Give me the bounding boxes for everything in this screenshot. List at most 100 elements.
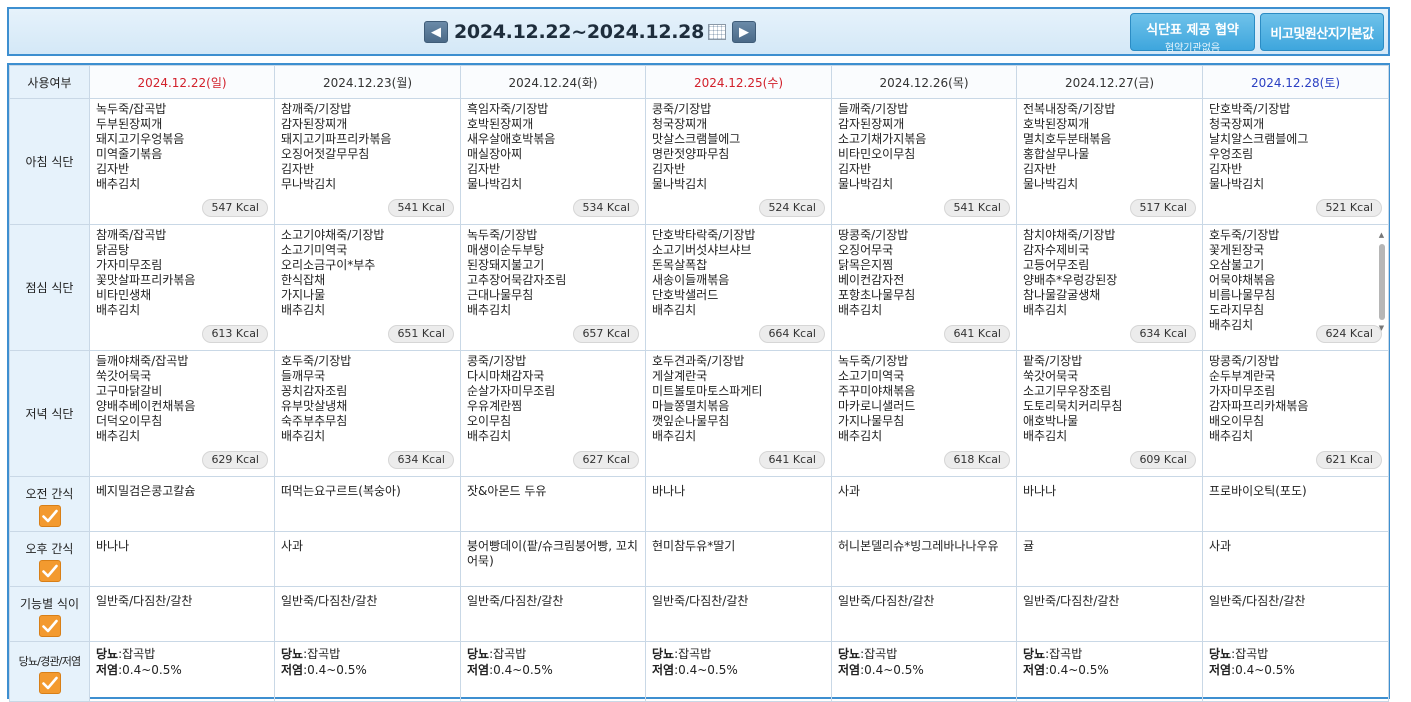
menu-provide-agreement-button[interactable]: 식단표 제공 협약 협약기관없음	[1130, 13, 1255, 54]
snack-cell[interactable]: 허니본델리슈*빙그레바나나우유	[831, 531, 1017, 587]
snack-row-label: 오후 간식	[25, 542, 74, 556]
diet-cell[interactable]: 당뇨:잡곡밥 저염:0.4~0.5%	[89, 641, 275, 702]
menu-item: 근대나물무침	[467, 288, 534, 302]
use-checkbox[interactable]	[38, 505, 61, 527]
diet-cell[interactable]: 당뇨:잡곡밥 저염:0.4~0.5%	[1202, 641, 1389, 702]
meal-cell[interactable]: 들깨야채죽/잡곡밥 쑥갓어묵국 고구마닭갈비 양배추베이컨채볶음 더덕오이무침 배추김치 6…	[89, 350, 275, 477]
meal-cell[interactable]: 참깨죽/잡곡밥 닭곰탕 가자미무조림 꽃맛살파프리카볶음 비타민생채 배추김치 613 Kc…	[89, 224, 275, 351]
snack-cell[interactable]: 바나나	[89, 531, 275, 587]
week-navigation-bar: ◀ 2024.12.22~2024.12.28 ▶ 식단표 제공 협약 협약기관…	[7, 7, 1390, 56]
snack-cell[interactable]: 떠먹는요구르트(복숭아)	[274, 476, 461, 532]
meal-cell[interactable]: 단호박타락죽/기장밥 소고기버섯샤브샤브 돈목살폭찹 새송이들깨볶음 단호박샐러드 배추김…	[645, 224, 832, 351]
meal-cell[interactable]: 콩죽/기장밥 다시마채감자국 순살가자미무조림 우유계란찜 오이무침 배추김치 627 Kc…	[460, 350, 646, 477]
diet-cell[interactable]: 당뇨:잡곡밥 저염:0.4~0.5%	[460, 641, 646, 702]
snack-cell[interactable]: 일반죽/다짐찬/갈찬	[1016, 586, 1203, 642]
diet-key: 저염	[1023, 663, 1046, 677]
scroll-up-icon[interactable]: ▲	[1377, 231, 1386, 240]
diet-key: 저염	[838, 663, 861, 677]
meal-cell[interactable]: 녹두죽/기장밥 매생이순두부탕 된장돼지불고기 고추장어묵감자조림 근대나물무침 배추김치…	[460, 224, 646, 351]
menu-item: 녹두죽/잡곡밥	[96, 102, 167, 116]
menu-item: 오징어무국	[838, 243, 894, 257]
snack-cell[interactable]: 사과	[831, 476, 1017, 532]
snack-cell[interactable]: 사과	[1202, 531, 1389, 587]
diet-key: 당뇨	[1209, 647, 1232, 661]
menu-item: 물나박김치	[838, 177, 894, 191]
meal-cell[interactable]: 녹두죽/잡곡밥 두부된장찌개 돼지고기우엉볶음 미역줄기볶음 김자반 배추김치 547 Kc…	[89, 98, 275, 225]
kcal-badge: 613 Kcal	[202, 325, 268, 343]
snack-cell[interactable]: 잣&아몬드 두유	[460, 476, 646, 532]
scroll-thumb[interactable]	[1378, 244, 1385, 320]
meal-cell[interactable]: 참깨죽/기장밥 감자된장찌개 돼지고기파프리카볶음 오징어젓갈무무침 김자반 무나박김치 5…	[274, 98, 461, 225]
snack-cell[interactable]: 바나나	[1016, 476, 1203, 532]
snack-cell[interactable]: 일반죽/다짐찬/갈찬	[831, 586, 1017, 642]
menu-item: 배추김치	[96, 429, 141, 443]
meal-cell[interactable]: 팥죽/기장밥 쑥갓어묵국 소고기무우장조림 도토리묵치커리무침 애호박나물 배추김치 609…	[1016, 350, 1203, 477]
snack-cell[interactable]: 베지밀검은콩고칼슘	[89, 476, 275, 532]
menu-item: 김자반	[652, 162, 686, 176]
day-header-3: 2024.12.25(수)	[645, 65, 832, 99]
snack-cell[interactable]: 사과	[274, 531, 461, 587]
menu-item: 오징어젓갈무무침	[281, 147, 370, 161]
meal-cell[interactable]: 호두견과죽/기장밥 게살계란국 미트볼토마토스파게티 마늘쫑멸치볶음 깻잎순나물무침 배추…	[645, 350, 832, 477]
prev-week-button[interactable]: ◀	[424, 21, 448, 43]
meal-cell[interactable]: 땅콩죽/기장밥 오징어무국 닭목은지찜 베이컨감자전 포항초나물무침 배추김치 641 Kc…	[831, 224, 1017, 351]
menu-item: 두부된장찌개	[96, 117, 163, 131]
meal-cell[interactable]: 녹두죽/기장밥 소고기미역국 주꾸미야채볶음 마카로니샐러드 가지나물무침 배추김치 618…	[831, 350, 1017, 477]
menu-item: 참깨죽/기장밥	[281, 102, 352, 116]
use-checkbox[interactable]	[38, 615, 61, 637]
diet-cell[interactable]: 당뇨:잡곡밥 저염:0.4~0.5%	[274, 641, 461, 702]
meal-cell[interactable]: 콩죽/기장밥 청국장찌개 맛살스크램블에그 명란젓양파무침 김자반 물나박김치 524 Kc…	[645, 98, 832, 225]
meal-cell[interactable]: 단호박죽/기장밥 청국장찌개 날치알스크램블에그 우엉조림 김자반 물나박김치 521 Kc…	[1202, 98, 1389, 225]
menu-item: 단호박샐러드	[652, 288, 719, 302]
meal-cell[interactable]: 들깨죽/기장밥 감자된장찌개 소고기채가지볶음 비타민오이무침 김자반 물나박김치 541 …	[831, 98, 1017, 225]
diet-cell[interactable]: 당뇨:잡곡밥 저염:0.4~0.5%	[831, 641, 1017, 702]
scroll-down-icon[interactable]: ▼	[1377, 324, 1386, 333]
meal-cell[interactable]: 호두죽/기장밥 들깨무국 꽁치감자조림 유부맛살냉채 숙주부추무침 배추김치 634 Kca…	[274, 350, 461, 477]
snack-cell[interactable]: 바나나	[645, 476, 832, 532]
menu-item: 가자미무조림	[1209, 384, 1276, 398]
snack-cell[interactable]: 일반죽/다짐찬/갈찬	[645, 586, 832, 642]
menu-item: 참깨죽/잡곡밥	[96, 228, 167, 242]
menu-item: 참치야채죽/기장밥	[1023, 228, 1116, 242]
menu-item: 쑥갓어묵국	[1023, 369, 1079, 383]
snack-cell[interactable]: 일반죽/다짐찬/갈찬	[89, 586, 275, 642]
diet-key: 저염	[467, 663, 490, 677]
menu-item: 돈목살폭찹	[652, 258, 708, 272]
menu-item: 감자수제비국	[1023, 243, 1090, 257]
snack-row-label: 오전 간식	[25, 487, 74, 501]
use-checkbox[interactable]	[38, 671, 61, 694]
menu-item: 돼지고기파프리카볶음	[281, 132, 392, 146]
diet-cell[interactable]: 당뇨:잡곡밥 저염:0.4~0.5%	[645, 641, 832, 702]
meal-cell[interactable]: 흑임자죽/기장밥 호박된장찌개 새우살애호박볶음 매실장아찌 김자반 물나박김치 534 K…	[460, 98, 646, 225]
meal-cell[interactable]: 소고기야채죽/기장밥 소고기미역국 오리소금구이*부추 한식잡채 가지나물 배추김치 651…	[274, 224, 461, 351]
snack-cell[interactable]: 붕어빵데이(팥/슈크림붕어빵, 꼬치어묵)	[460, 531, 646, 587]
cell-scrollbar[interactable]: ▲ ▼	[1377, 231, 1386, 343]
menu-item: 호두견과죽/기장밥	[652, 354, 745, 368]
menu-item: 포항초나물무침	[838, 288, 916, 302]
meal-cell[interactable]: 전복내장죽/기장밥 호박된장찌개 멸치호두분태볶음 홍합살무나물 김자반 물나박김치 517…	[1016, 98, 1203, 225]
use-checkbox[interactable]	[38, 560, 61, 582]
meal-cell[interactable]: 참치야채죽/기장밥 감자수제비국 고등어무조림 양배추*우렁강된장 참나물갈굴생채 배추김…	[1016, 224, 1203, 351]
menu-item: 된장돼지불고기	[467, 258, 545, 272]
kcal-badge: 618 Kcal	[944, 451, 1010, 469]
calendar-icon[interactable]	[708, 24, 727, 40]
menu-item: 고추장어묵감자조림	[467, 273, 567, 287]
menu-item: 양배추*우렁강된장	[1023, 273, 1118, 287]
menu-item: 꽃맛살파프리카볶음	[96, 273, 196, 287]
snack-cell[interactable]: 귤	[1016, 531, 1203, 587]
diet-cell[interactable]: 당뇨:잡곡밥 저염:0.4~0.5%	[1016, 641, 1203, 702]
menu-item: 유부맛살냉채	[281, 399, 348, 413]
meal-cell[interactable]: 땅콩죽/기장밥 순두부계란국 가자미무조림 감자파프리카채볶음 배오이무침 배추김치 621…	[1202, 350, 1389, 477]
meal-cell[interactable]: 호두죽/기장밥 꽃게된장국 오삼불고기 어묵야채볶음 비름나물무침 도라지무침 배추김치 62…	[1202, 224, 1389, 351]
next-week-button[interactable]: ▶	[732, 21, 757, 43]
snack-cell[interactable]: 프로바이오틱(포도)	[1202, 476, 1389, 532]
snack-cell[interactable]: 현미참두유*딸기	[645, 531, 832, 587]
meal-row-label: 저녁 식단	[9, 350, 90, 477]
menu-item: 김자반	[838, 162, 872, 176]
snack-cell[interactable]: 일반죽/다짐찬/갈찬	[1202, 586, 1389, 642]
origin-defaults-button[interactable]: 비고및원산지기본값	[1260, 13, 1384, 51]
snack-cell[interactable]: 일반죽/다짐찬/갈찬	[460, 586, 646, 642]
menu-item: 콩죽/기장밥	[467, 354, 527, 368]
menu-item: 김자반	[96, 162, 130, 176]
snack-cell[interactable]: 일반죽/다짐찬/갈찬	[274, 586, 461, 642]
